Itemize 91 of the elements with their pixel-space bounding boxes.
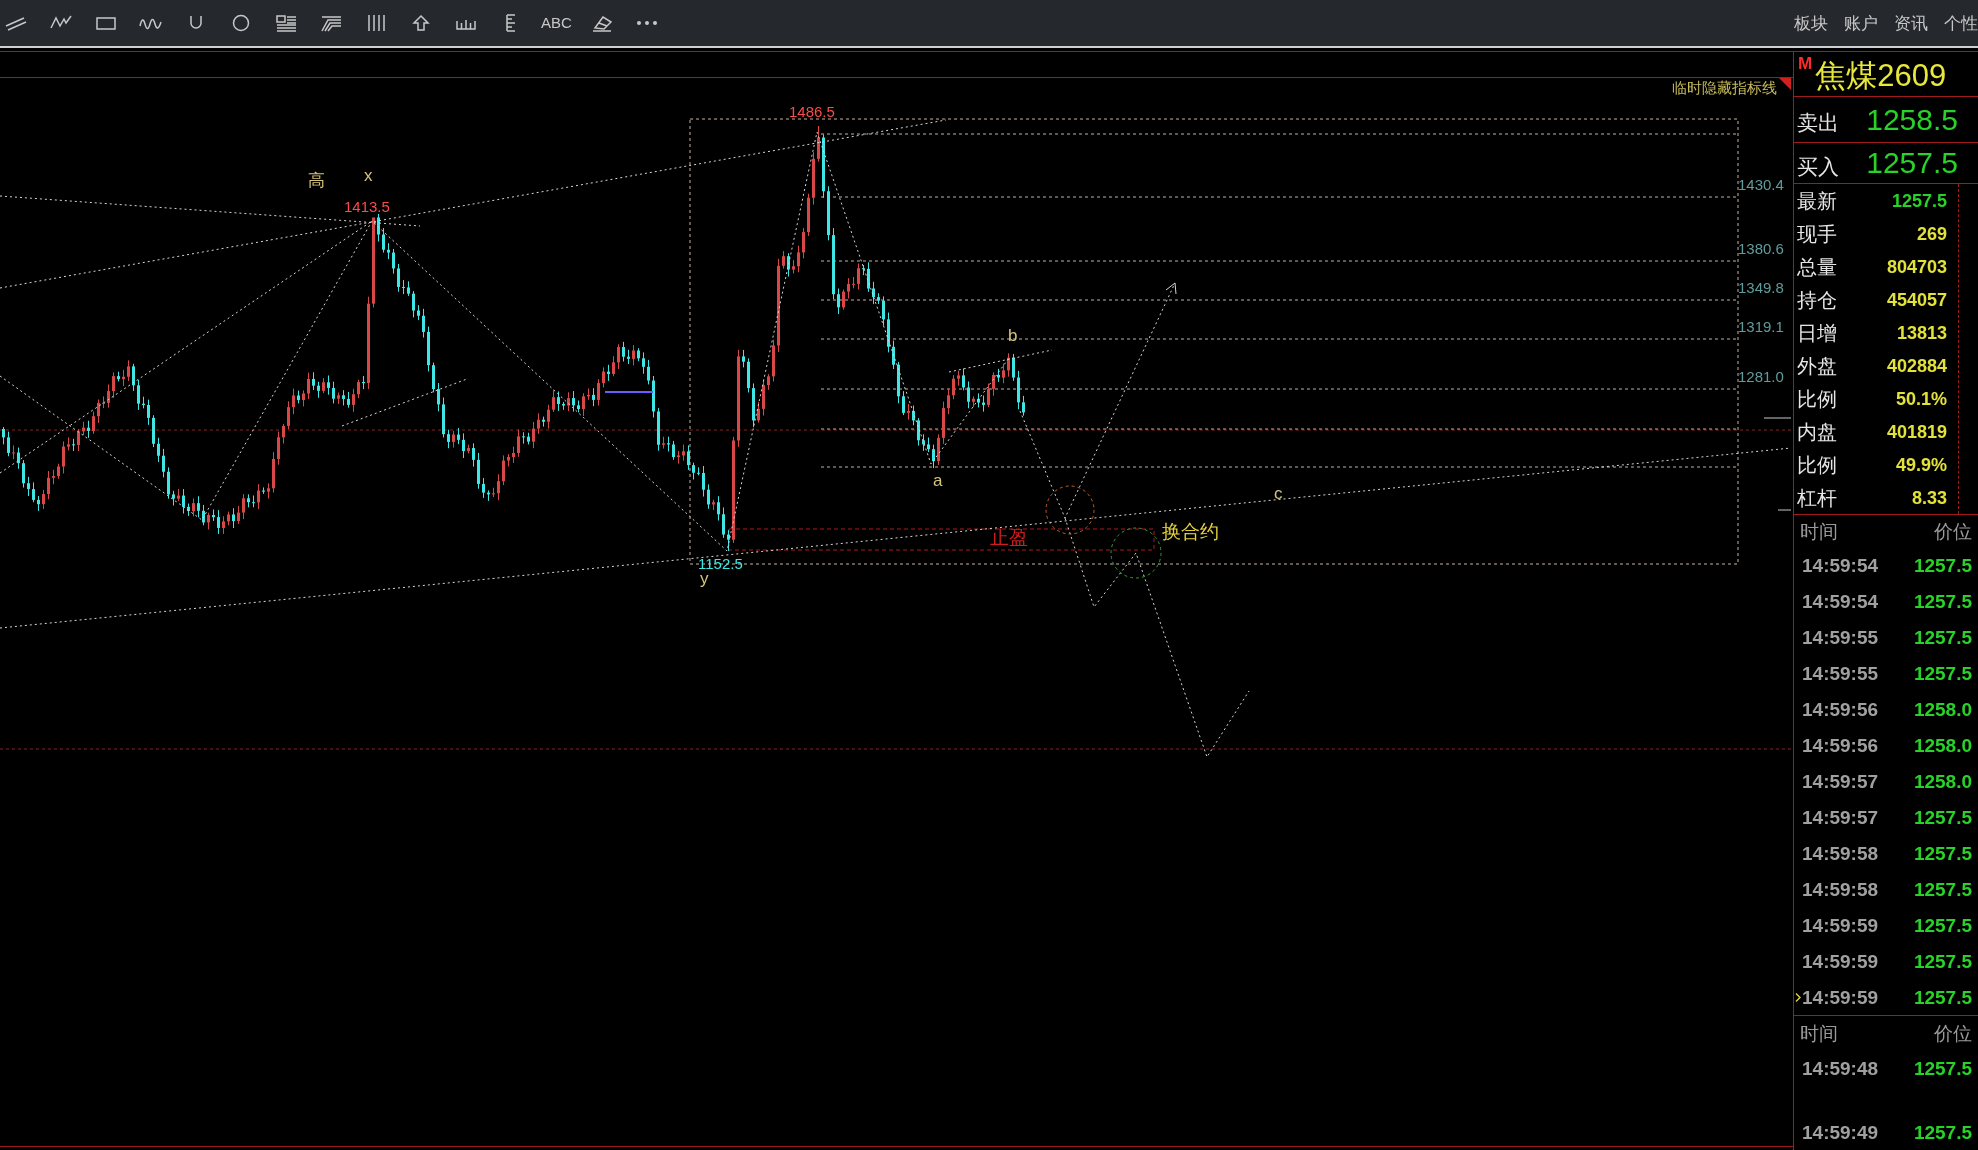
- fibonacci-level-label: 1430.4: [1738, 177, 1784, 192]
- trade-time: 14:59:58: [1802, 879, 1879, 899]
- corner-triangle-icon: [1779, 78, 1791, 90]
- trade-time: 14:59:48: [1802, 1058, 1879, 1078]
- trade-time: 14:59:54: [1802, 591, 1879, 611]
- stat-value: 13813: [1896, 323, 1947, 342]
- trade-price: 1257.5: [1913, 555, 1972, 575]
- trade-time: 14:59:56: [1802, 735, 1879, 755]
- column-header: 时间: [1800, 521, 1838, 541]
- take-profit-label: 止盈: [990, 528, 1028, 547]
- high-price-label: 1413.5: [344, 199, 390, 214]
- trade-time: 14:59:57: [1802, 807, 1879, 827]
- hide-indicator-lines-link[interactable]: 临时隐藏指标线: [1672, 80, 1777, 95]
- wave-label: 高: [308, 172, 325, 189]
- trade-time: 14:59:49: [1802, 1122, 1879, 1142]
- trade-price: 1257.5: [1913, 807, 1972, 827]
- fibonacci-level-label: 1380.6: [1738, 241, 1784, 256]
- dashed-circle: [1110, 527, 1162, 579]
- column-header: 价位: [1934, 521, 1972, 541]
- stat-label: 最新: [1797, 190, 1837, 211]
- quote-price: 1258.5: [1866, 104, 1959, 135]
- trade-time: 14:59:54: [1802, 555, 1879, 575]
- high-price-label: 1486.5: [789, 104, 835, 119]
- stat-label: 内盘: [1797, 421, 1837, 442]
- fan-lines-icon: [319, 13, 343, 33]
- column-header: 价位: [1934, 1023, 1972, 1043]
- wave-label: c: [1274, 485, 1283, 502]
- stat-label: 比例: [1797, 388, 1837, 409]
- menu-item[interactable]: 板块: [1794, 14, 1828, 32]
- axis-marker: [1763, 417, 1792, 419]
- trade-time: 14:59:59: [1802, 915, 1879, 935]
- low-price-label: 1152.5: [698, 556, 743, 571]
- trade-price: 1257.5: [1913, 1122, 1972, 1142]
- stat-value: 804703: [1886, 257, 1947, 276]
- trade-price: 1257.5: [1913, 627, 1972, 647]
- trade-time: 14:59:56: [1802, 699, 1879, 719]
- market-letter: M: [1798, 55, 1813, 72]
- trade-price: 1258.0: [1913, 771, 1972, 791]
- wave-label: x: [364, 167, 373, 184]
- fibonacci-level-label: 1281.0: [1738, 369, 1784, 384]
- trade-time: 14:59:58: [1802, 843, 1879, 863]
- stat-label: 比例: [1797, 454, 1837, 475]
- more-icon: [636, 21, 657, 25]
- menu-item[interactable]: 资讯: [1894, 14, 1928, 32]
- stat-value: 1257.5: [1891, 191, 1947, 210]
- fibonacci-level-label: 1349.8: [1738, 280, 1784, 295]
- menu-item[interactable]: 账户: [1844, 14, 1878, 32]
- column-header: 时间: [1800, 1023, 1838, 1043]
- trade-price: 1257.5: [1913, 1058, 1972, 1078]
- stat-value: 454057: [1886, 290, 1947, 309]
- trade-time: 14:59:55: [1802, 627, 1879, 647]
- stat-label: 持仓: [1797, 289, 1837, 310]
- up-arrow-icon: [409, 13, 433, 33]
- stat-value: 401819: [1886, 422, 1947, 441]
- stat-label: 日增: [1797, 322, 1837, 343]
- stat-label: 外盘: [1797, 355, 1837, 376]
- trade-price: 1257.5: [1913, 987, 1972, 1007]
- dashed-circle: [1045, 485, 1095, 535]
- stat-value: 402884: [1886, 356, 1947, 375]
- trade-price: 1257.5: [1913, 663, 1972, 683]
- trade-price: 1258.0: [1913, 699, 1972, 719]
- stat-value: 49.9%: [1895, 455, 1947, 474]
- quote-price: 1257.5: [1866, 148, 1959, 178]
- trade-price: 1257.5: [1913, 843, 1972, 863]
- contract-name: 焦煤2609: [1815, 60, 1947, 91]
- trade-price: 1258.0: [1913, 735, 1972, 755]
- stat-label: 杠杆: [1797, 487, 1837, 508]
- stat-value: 50.1%: [1895, 389, 1947, 408]
- trade-time: 14:59:59: [1802, 951, 1879, 971]
- stat-value: 8.33: [1911, 488, 1947, 507]
- stat-label: 总量: [1797, 256, 1837, 277]
- wave-label: a: [933, 472, 943, 489]
- stat-label: 现手: [1797, 223, 1837, 244]
- horizontal-lines-icon: [274, 13, 298, 33]
- text-tool-button[interactable]: ABC: [540, 7, 573, 39]
- trade-price: 1257.5: [1913, 951, 1972, 971]
- trade-price: 1257.5: [1913, 879, 1972, 899]
- wave-label: y: [700, 570, 709, 587]
- stat-value: 269: [1916, 224, 1947, 243]
- wave-label: b: [1008, 327, 1018, 344]
- quote-label: 买入: [1796, 153, 1839, 177]
- quote-label: 卖出: [1796, 110, 1839, 133]
- fibonacci-level-label: 1319.1: [1738, 319, 1784, 334]
- axis-marker: [1777, 509, 1792, 511]
- chart-note: 换合约: [1162, 522, 1219, 541]
- trade-time: 14:59:55: [1802, 663, 1879, 683]
- trade-time: 14:59:59: [1802, 987, 1879, 1007]
- trade-price: 1257.5: [1913, 591, 1972, 611]
- trade-price: 1257.5: [1913, 915, 1972, 935]
- menu-item[interactable]: 个性: [1944, 14, 1978, 32]
- trade-time: 14:59:57: [1802, 771, 1879, 791]
